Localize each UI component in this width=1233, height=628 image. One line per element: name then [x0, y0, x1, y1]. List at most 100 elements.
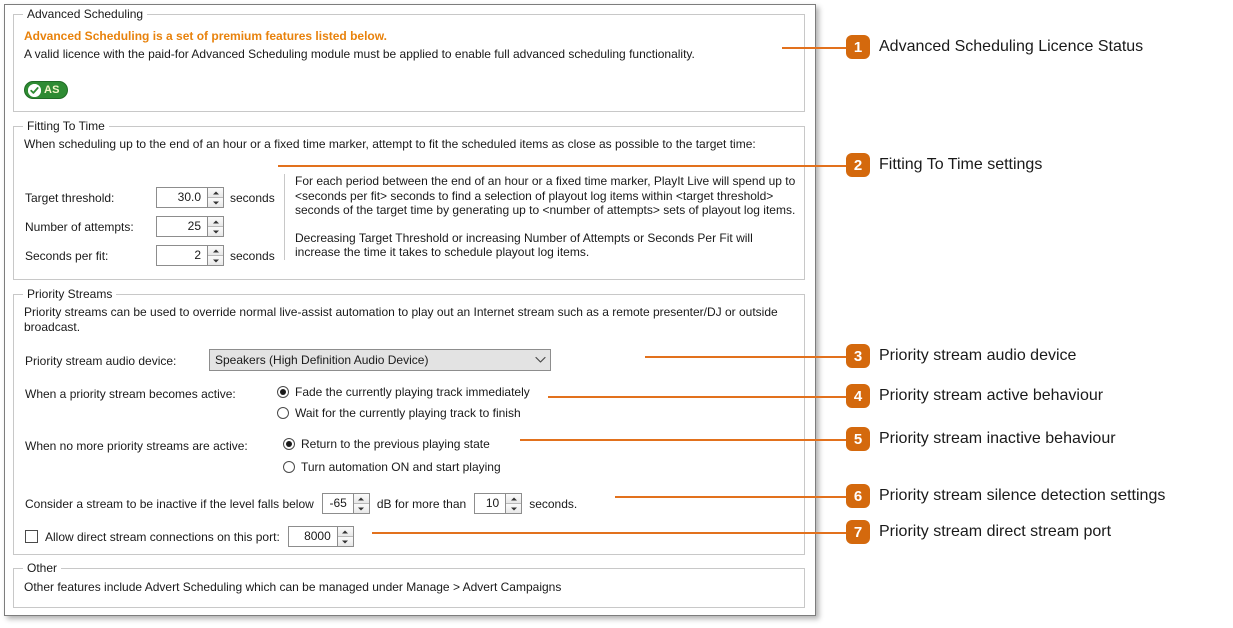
priority-stream-audio-device-label: Priority stream audio device:	[25, 354, 177, 368]
callout-title: Priority stream inactive behaviour	[879, 430, 1116, 447]
allow-direct-stream-checkbox[interactable]	[25, 530, 38, 543]
chevron-down-icon[interactable]	[530, 356, 550, 364]
callout-leader-line-6	[615, 496, 850, 498]
stepper-up-icon[interactable]	[337, 527, 353, 536]
silence-level-spinner[interactable]: -65	[321, 493, 370, 514]
callout-leader-line-7	[372, 532, 850, 534]
stepper-up-icon[interactable]	[208, 217, 223, 226]
callout-leader-line-1	[782, 47, 850, 49]
radio-button-icon[interactable]	[283, 438, 295, 450]
group-priority-streams: Priority Streams Priority streams can be…	[13, 288, 805, 555]
direct-stream-port-row: Allow direct stream connections on this …	[25, 526, 354, 547]
allow-direct-stream-label: Allow direct stream connections on this …	[45, 529, 280, 544]
priority-streams-intro: Priority streams can be used to override…	[24, 305, 778, 334]
silence-seconds-spinner[interactable]: 10	[474, 493, 523, 514]
silence-level-stepper[interactable]	[352, 494, 369, 513]
fitting-to-time-intro: When scheduling up to the end of an hour…	[24, 137, 756, 151]
group-legend-other: Other	[23, 562, 62, 575]
group-legend-priority-streams: Priority Streams	[23, 288, 117, 301]
group-legend-fitting-to-time: Fitting To Time	[23, 120, 109, 133]
priority-stream-active-behaviour-label: When a priority stream becomes active:	[25, 387, 236, 401]
radio-wait-for-track-to-finish[interactable]: Wait for the currently playing track to …	[277, 406, 521, 420]
radio-button-icon[interactable]	[277, 386, 289, 398]
seconds-per-fit-value[interactable]: 2	[157, 246, 207, 265]
fitting-to-time-description-paragraph: For each period between the end of an ho…	[295, 174, 796, 217]
callout-4: 4 Priority stream active behaviour	[846, 384, 1103, 408]
callout-leader-line-5	[520, 439, 850, 441]
callout-number-badge: 5	[846, 427, 870, 451]
advanced-scheduling-licence-badge: AS	[24, 81, 68, 99]
group-advanced-scheduling: Advanced Scheduling Advanced Scheduling …	[13, 8, 805, 112]
stepper-down-icon[interactable]	[208, 197, 223, 207]
callout-number-badge: 4	[846, 384, 870, 408]
other-body: Other features include Advert Scheduling…	[24, 580, 562, 594]
callout-number-badge: 7	[846, 520, 870, 544]
number-of-attempts-spinner[interactable]: 25	[156, 216, 224, 237]
callout-leader-line-4	[548, 396, 850, 398]
callout-leader-line-2	[278, 165, 850, 167]
number-of-attempts-label: Number of attempts:	[25, 220, 134, 234]
priority-stream-audio-device-value: Speakers (High Definition Audio Device)	[215, 353, 429, 367]
silence-detection-text-before: Consider a stream to be inactive if the …	[25, 496, 314, 511]
target-threshold-label: Target threshold:	[25, 191, 115, 205]
silence-detection-row: Consider a stream to be inactive if the …	[25, 493, 577, 514]
seconds-per-fit-label: Seconds per fit:	[25, 249, 109, 263]
seconds-per-fit-unit: seconds	[230, 249, 275, 263]
callout-3: 3 Priority stream audio device	[846, 344, 1076, 368]
callout-number-badge: 3	[846, 344, 870, 368]
target-threshold-spinner[interactable]: 30.0	[156, 187, 224, 208]
radio-fade-currently-playing-track[interactable]: Fade the currently playing track immedia…	[277, 385, 530, 399]
stepper-up-icon[interactable]	[353, 494, 369, 503]
number-of-attempts-value[interactable]: 25	[157, 217, 207, 236]
callout-title: Priority stream silence detection settin…	[879, 487, 1166, 504]
stepper-up-icon[interactable]	[208, 246, 223, 255]
silence-seconds-stepper[interactable]	[505, 494, 522, 513]
silence-detection-text-middle: dB for more than	[376, 496, 467, 511]
radio-turn-automation-on-and-start-playing[interactable]: Turn automation ON and start playing	[283, 460, 501, 474]
stepper-down-icon[interactable]	[337, 536, 353, 546]
silence-seconds-value[interactable]: 10	[475, 494, 505, 513]
callout-leader-line-3	[645, 356, 850, 358]
stepper-down-icon[interactable]	[506, 503, 522, 513]
radio-button-icon[interactable]	[277, 407, 289, 419]
callout-title: Priority stream audio device	[879, 347, 1077, 364]
stepper-down-icon[interactable]	[208, 255, 223, 265]
callout-1: 1 Advanced Scheduling Licence Status	[846, 35, 1143, 59]
direct-stream-port-stepper[interactable]	[336, 527, 353, 546]
stepper-down-icon[interactable]	[208, 226, 223, 236]
radio-label: Return to the previous playing state	[301, 437, 490, 451]
radio-return-to-previous-playing-state[interactable]: Return to the previous playing state	[283, 437, 490, 451]
stepper-down-icon[interactable]	[353, 503, 369, 513]
silence-level-value[interactable]: -65	[323, 494, 353, 513]
callout-title: Priority stream active behaviour	[879, 387, 1104, 404]
silence-detection-text-after: seconds.	[529, 496, 578, 511]
callout-number-badge: 6	[846, 484, 870, 508]
callout-title: Priority stream direct stream port	[879, 523, 1112, 540]
advanced-scheduling-body: A valid licence with the paid-for Advanc…	[24, 47, 695, 61]
radio-button-icon[interactable]	[283, 461, 295, 473]
direct-stream-port-value[interactable]: 8000	[289, 527, 337, 546]
stepper-up-icon[interactable]	[506, 494, 522, 503]
priority-stream-audio-device-select[interactable]: Speakers (High Definition Audio Device)	[209, 349, 551, 371]
group-fitting-to-time: Fitting To Time When scheduling up to th…	[13, 120, 805, 280]
advanced-scheduling-headline: Advanced Scheduling is a set of premium …	[24, 29, 387, 43]
seconds-per-fit-spinner[interactable]: 2	[156, 245, 224, 266]
stepper-up-icon[interactable]	[208, 188, 223, 197]
target-threshold-value[interactable]: 30.0	[157, 188, 207, 207]
radio-label: Wait for the currently playing track to …	[295, 406, 521, 420]
advanced-scheduling-badge-label: AS	[44, 83, 60, 96]
group-other: Other Other features include Advert Sche…	[13, 562, 805, 608]
direct-stream-port-spinner[interactable]: 8000	[287, 526, 354, 547]
radio-label: Turn automation ON and start playing	[301, 460, 501, 474]
group-legend-advanced-scheduling: Advanced Scheduling	[23, 8, 148, 21]
radio-label: Fade the currently playing track immedia…	[295, 385, 530, 399]
target-threshold-stepper[interactable]	[207, 188, 223, 207]
target-threshold-unit: seconds	[230, 191, 275, 205]
priority-stream-inactive-behaviour-label: When no more priority streams are active…	[25, 439, 248, 453]
seconds-per-fit-stepper[interactable]	[207, 246, 223, 265]
callout-5: 5 Priority stream inactive behaviour	[846, 427, 1116, 451]
callout-2: 2 Fitting To Time settings	[846, 153, 1042, 177]
number-of-attempts-stepper[interactable]	[207, 217, 223, 236]
callout-6: 6 Priority stream silence detection sett…	[846, 484, 1165, 508]
callout-title: Advanced Scheduling Licence Status	[879, 38, 1144, 55]
